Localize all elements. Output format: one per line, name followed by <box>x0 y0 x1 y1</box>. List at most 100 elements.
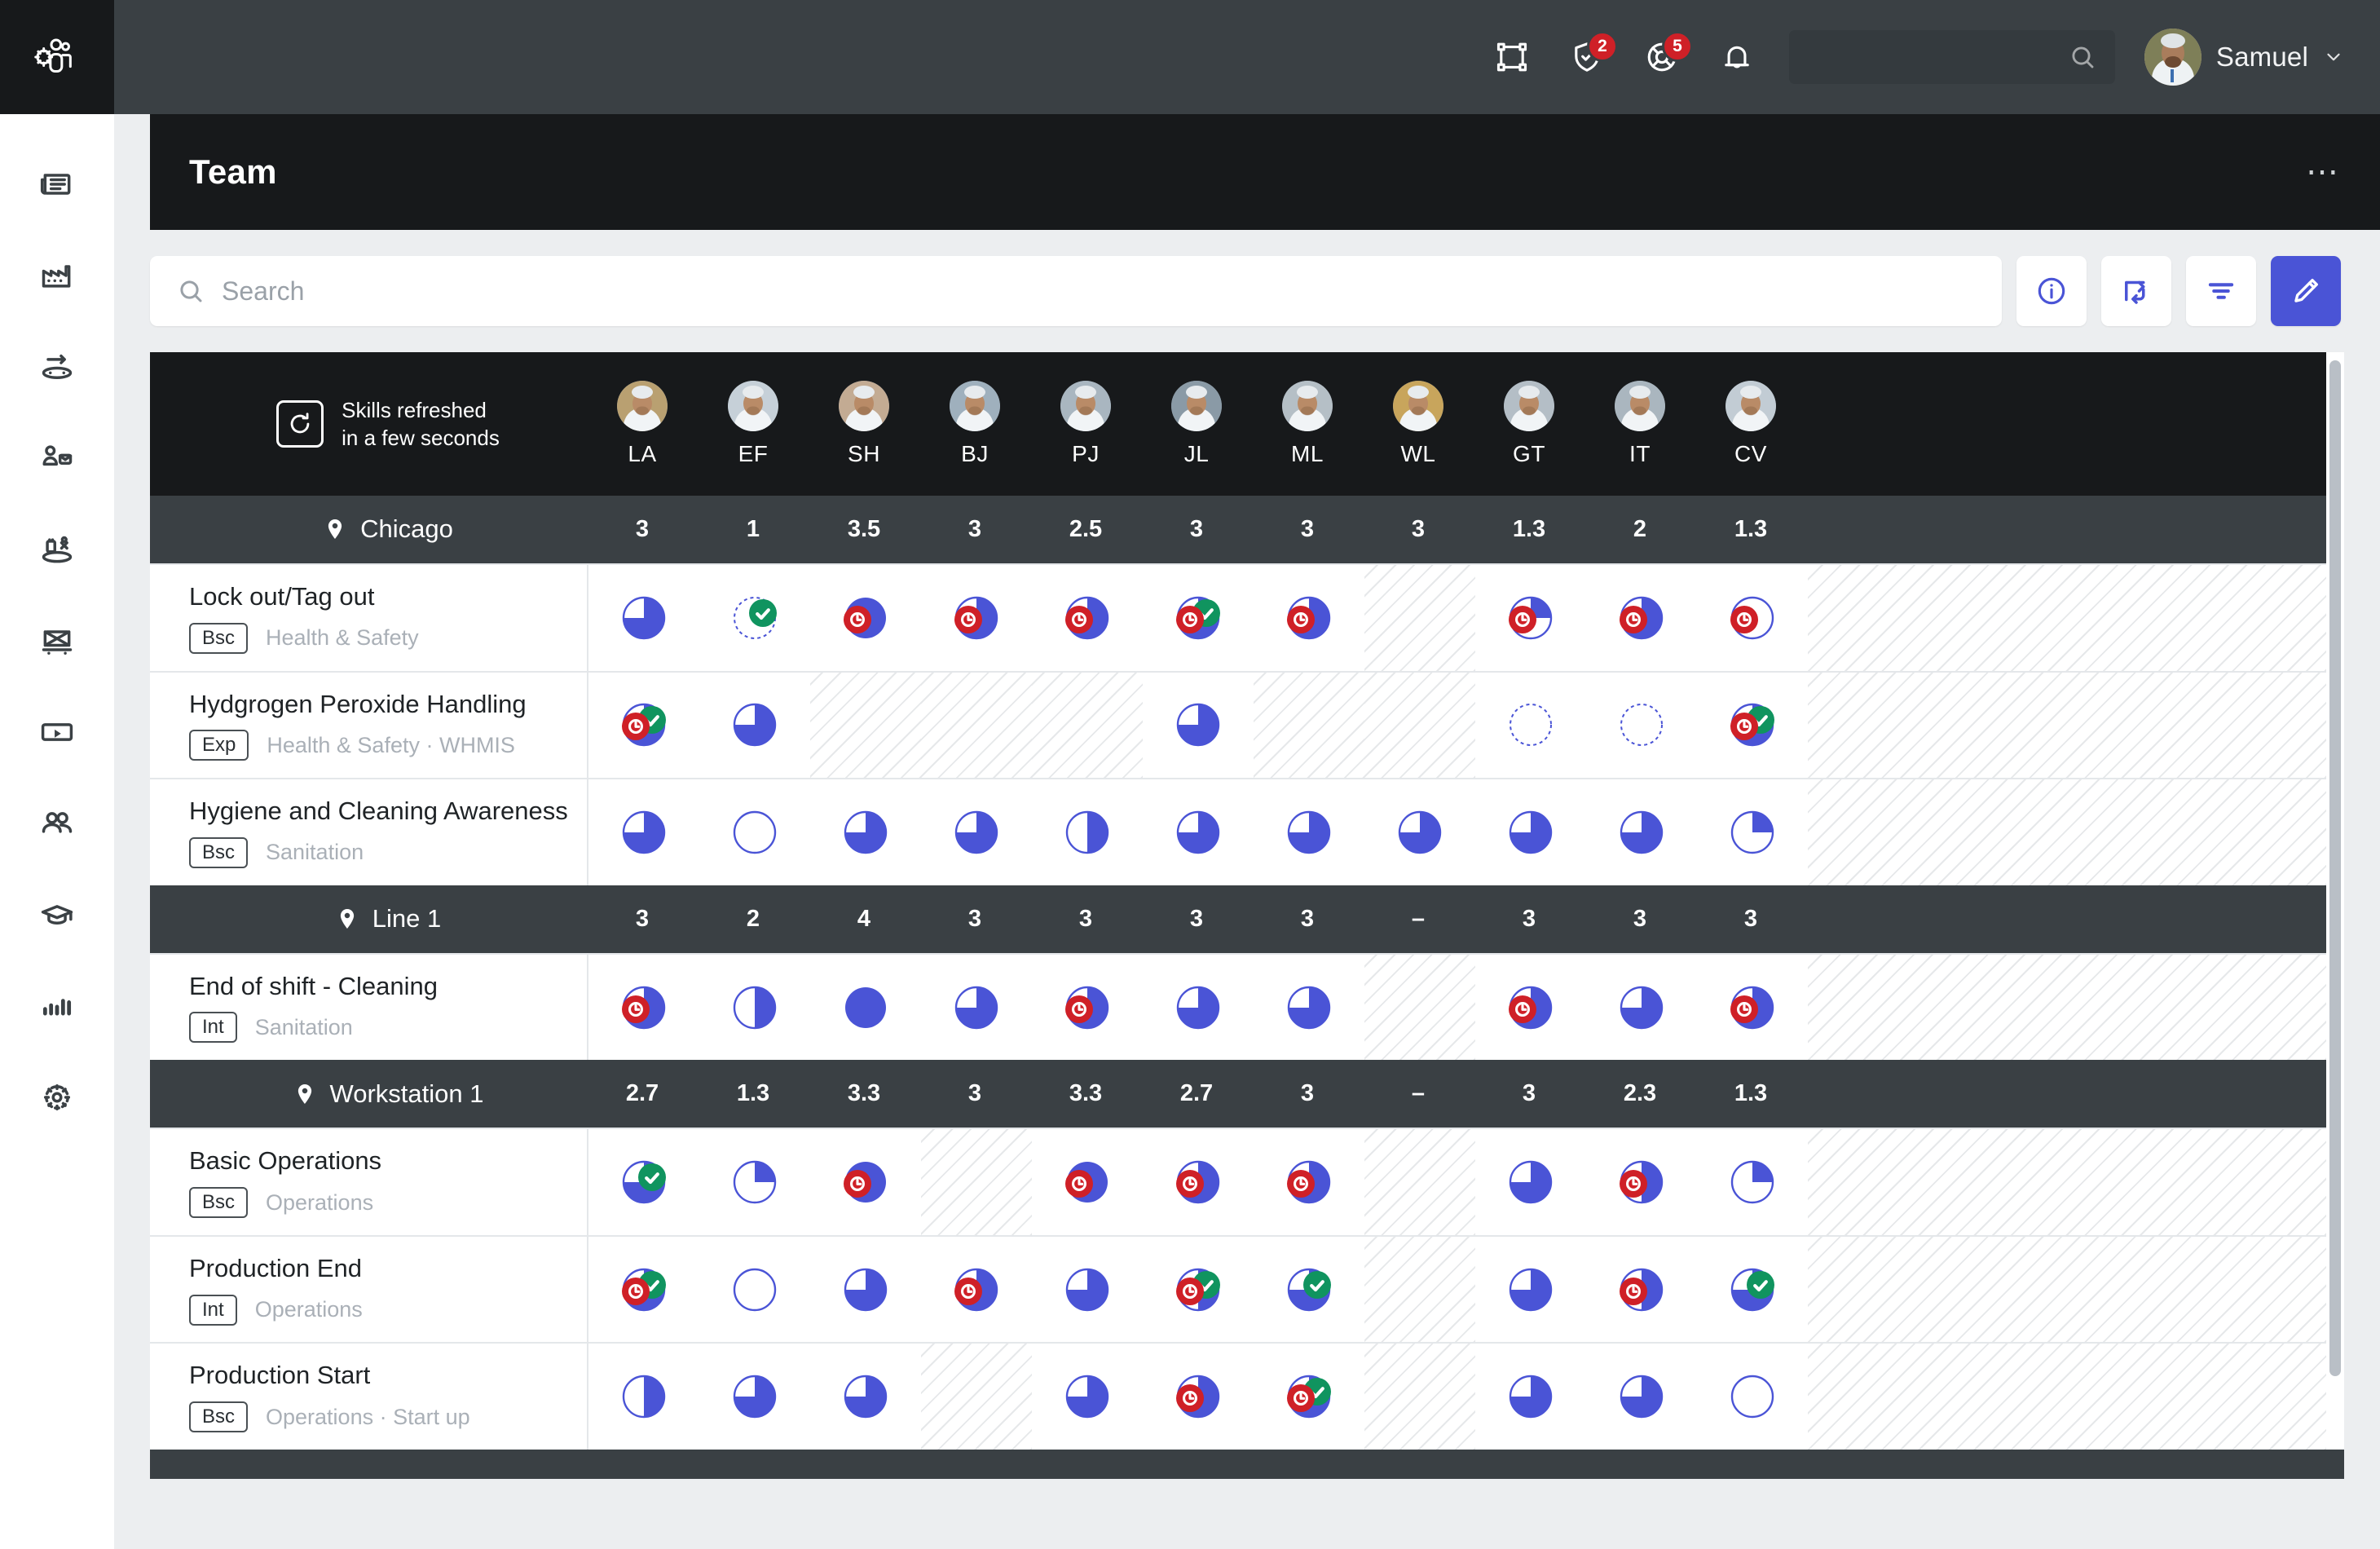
member-column-header[interactable]: WL <box>1363 352 1474 496</box>
cell-not-applicable[interactable] <box>1364 1344 1475 1450</box>
cell-skill-level[interactable] <box>588 673 699 779</box>
cell-skill-level[interactable] <box>699 673 810 779</box>
cell-skill-level[interactable] <box>1143 955 1254 1061</box>
cell-not-applicable[interactable] <box>1364 1236 1475 1343</box>
page-overflow-menu[interactable]: ⋯ <box>2306 156 2341 188</box>
cell-skill-level[interactable] <box>1697 1129 1808 1235</box>
cell-skill-level[interactable] <box>1475 565 1586 671</box>
refresh-button[interactable] <box>276 399 324 448</box>
cell-not-applicable[interactable] <box>810 672 921 779</box>
search-input[interactable] <box>222 276 1976 307</box>
cell-skill-level[interactable] <box>699 1237 810 1343</box>
cell-skill-level[interactable] <box>921 565 1032 671</box>
cell-skill-level[interactable] <box>1475 955 1586 1061</box>
sidebar-item-products[interactable] <box>0 595 114 686</box>
global-search[interactable] <box>1788 30 2115 84</box>
cell-skill-level[interactable] <box>699 565 810 671</box>
cell-skill-level[interactable] <box>1697 1237 1808 1343</box>
app-logo[interactable] <box>0 0 114 114</box>
cell-skill-level[interactable] <box>1475 779 1586 885</box>
skill-label[interactable]: Production End Int Operations <box>150 1237 587 1343</box>
skill-label[interactable]: Lock out/Tag out Bsc Health & Safety <box>150 565 587 671</box>
sidebar-item-team[interactable] <box>0 778 114 869</box>
cell-skill-level[interactable] <box>1697 673 1808 779</box>
notifications-button[interactable] <box>1699 20 1774 95</box>
cell-skill-level[interactable] <box>921 955 1032 1061</box>
sidebar-item-training-videos[interactable] <box>0 686 114 778</box>
filter-button[interactable] <box>2186 256 2256 326</box>
cell-skill-level[interactable] <box>810 955 921 1061</box>
cell-skill-level[interactable] <box>588 565 699 671</box>
cell-not-applicable[interactable] <box>1032 672 1143 779</box>
member-column-header[interactable]: GT <box>1474 352 1584 496</box>
cell-skill-level[interactable] <box>1475 673 1586 779</box>
member-column-header[interactable]: PJ <box>1030 352 1141 496</box>
cell-skill-level[interactable] <box>1697 1344 1808 1450</box>
vertical-scroll-thumb[interactable] <box>2329 360 2341 1377</box>
user-menu[interactable]: Samuel <box>2136 29 2344 86</box>
cell-skill-level[interactable] <box>1697 779 1808 885</box>
sidebar-item-process[interactable] <box>0 321 114 413</box>
member-column-header[interactable]: EF <box>698 352 809 496</box>
cell-skill-level[interactable] <box>1032 1129 1143 1235</box>
cell-skill-level[interactable] <box>1032 955 1143 1061</box>
support-button[interactable]: 5 <box>1624 20 1699 95</box>
cell-skill-level[interactable] <box>1586 1344 1697 1450</box>
cell-not-applicable[interactable] <box>921 1344 1032 1450</box>
cell-skill-level[interactable] <box>1475 1237 1586 1343</box>
member-column-header[interactable]: IT <box>1584 352 1695 496</box>
cell-skill-level[interactable] <box>1143 1129 1254 1235</box>
cell-skill-level[interactable] <box>810 1237 921 1343</box>
sidebar-item-learning[interactable] <box>0 869 114 960</box>
cell-skill-level[interactable] <box>1032 565 1143 671</box>
location-row[interactable]: Line 1 3 2 4 3 3 3 3 – 3 3 3 <box>150 885 2326 953</box>
cell-skill-level[interactable] <box>921 779 1032 885</box>
skill-label[interactable]: Production Start Bsc Operations · Start up <box>150 1344 587 1450</box>
cell-skill-level[interactable] <box>1254 565 1364 671</box>
sidebar-item-settings[interactable] <box>0 1052 114 1143</box>
cell-skill-level[interactable] <box>810 1129 921 1235</box>
cell-skill-level[interactable] <box>1143 1237 1254 1343</box>
cell-not-applicable[interactable] <box>921 672 1032 779</box>
cell-skill-level[interactable] <box>588 779 699 885</box>
cell-skill-level[interactable] <box>1697 565 1808 671</box>
sidebar-item-plants[interactable] <box>0 230 114 321</box>
skill-label[interactable]: Hygiene and Cleaning Awareness Bsc Sanitat… <box>150 779 587 885</box>
cell-skill-level[interactable] <box>1254 779 1364 885</box>
cell-skill-level[interactable] <box>1032 1237 1143 1343</box>
cell-skill-level[interactable] <box>1254 955 1364 1061</box>
info-button[interactable] <box>2016 256 2087 326</box>
member-column-header[interactable]: SH <box>809 352 919 496</box>
cell-skill-level[interactable] <box>1586 779 1697 885</box>
cell-skill-level[interactable] <box>699 955 810 1061</box>
cell-skill-level[interactable] <box>810 1344 921 1450</box>
safety-alerts-button[interactable]: 2 <box>1549 20 1624 95</box>
cell-skill-level[interactable] <box>588 955 699 1061</box>
cell-not-applicable[interactable] <box>1364 672 1475 779</box>
cell-skill-level[interactable] <box>1143 565 1254 671</box>
member-column-header[interactable]: JL <box>1141 352 1252 496</box>
cell-skill-level[interactable] <box>1586 955 1697 1061</box>
cell-skill-level[interactable] <box>1586 673 1697 779</box>
cell-skill-level[interactable] <box>1475 1129 1586 1235</box>
cell-skill-level[interactable] <box>1475 1344 1586 1450</box>
cell-skill-level[interactable] <box>1032 1344 1143 1450</box>
cell-skill-level[interactable] <box>1254 1129 1364 1235</box>
cell-not-applicable[interactable] <box>921 1129 1032 1235</box>
search-field[interactable] <box>150 256 2002 326</box>
skill-label[interactable]: Basic Operations Bsc Operations <box>150 1129 587 1235</box>
cell-skill-level[interactable] <box>810 779 921 885</box>
cell-not-applicable[interactable] <box>1254 672 1364 779</box>
cell-skill-level[interactable] <box>1143 1344 1254 1450</box>
cell-skill-level[interactable] <box>1697 955 1808 1061</box>
cell-not-applicable[interactable] <box>1364 565 1475 671</box>
member-column-header[interactable]: BJ <box>919 352 1030 496</box>
cell-skill-level[interactable] <box>1586 1237 1697 1343</box>
member-column-header[interactable]: ML <box>1252 352 1363 496</box>
member-column-header[interactable]: CV <box>1695 352 1806 496</box>
sidebar-item-equipment[interactable] <box>0 504 114 595</box>
location-row[interactable]: Chicago 3 1 3.5 3 2.5 3 3 3 1.3 2 1.3 <box>150 495 2326 564</box>
cell-skill-level[interactable] <box>699 1129 810 1235</box>
cell-skill-level[interactable] <box>1586 565 1697 671</box>
cell-skill-level[interactable] <box>1364 779 1475 885</box>
